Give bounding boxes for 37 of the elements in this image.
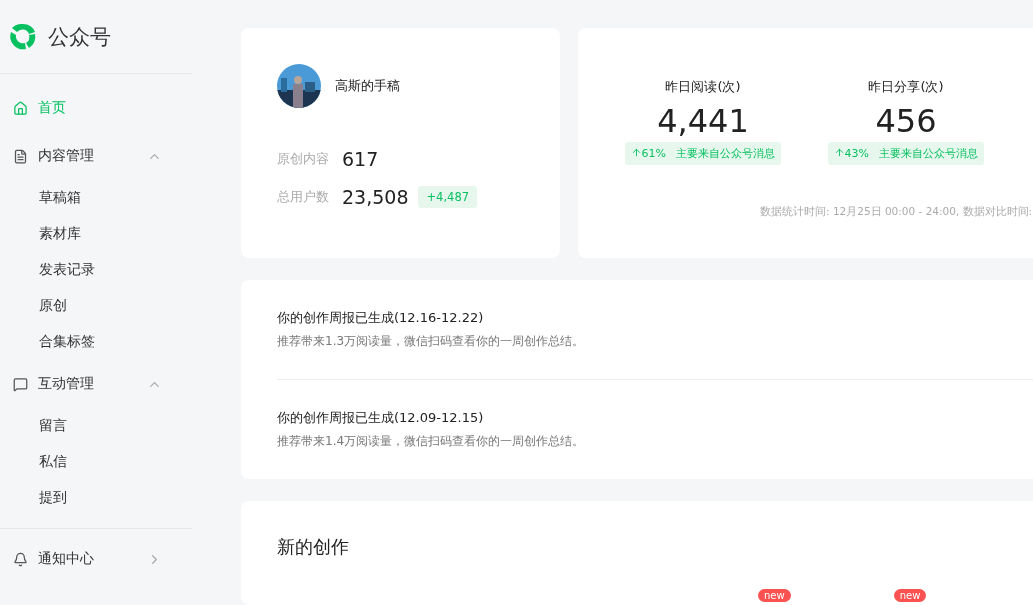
home-icon (13, 100, 28, 116)
nav-item[interactable]: 内容管理 (0, 132, 192, 180)
delta-badge: +4,487 (418, 186, 478, 208)
stat-value: 23,508 (342, 186, 409, 208)
stats-note: 数据统计时间: 12月25日 00:00 - 24:00, 数据对比时间: (760, 205, 1033, 219)
chat-icon (13, 376, 28, 392)
nav-subitem[interactable]: 合集标签 (0, 324, 192, 360)
nav-subitem[interactable]: 留言 (0, 408, 192, 444)
report-text: 推荐带来1.3万阅读量，微信扫码查看你的一周创作总结。 (277, 333, 586, 350)
nav-subitem[interactable]: 提到 (0, 480, 192, 516)
nav-subitem[interactable]: 原创 (0, 288, 192, 324)
nav-item[interactable]: 通知中心 (0, 535, 192, 583)
document-icon (13, 148, 28, 164)
stat-value: 617 (342, 148, 379, 170)
report-title[interactable]: 你的创作周报已生成(12.16-12.22) (277, 309, 1033, 327)
section-title: 新的创作 (277, 535, 350, 559)
account-name: 高斯的手稿 (335, 77, 400, 95)
nav-subitem[interactable]: 发表记录 (0, 252, 192, 288)
new-badge: new (893, 589, 927, 602)
report-text: 推荐带来1.4万阅读量，微信扫码查看你的一周创作总结。 (277, 433, 586, 450)
new-badge: new (758, 589, 791, 602)
brand-name: 公众号 (48, 23, 111, 51)
stat-label: 总用户数 (277, 188, 330, 206)
stat-label: 原创内容 (277, 150, 330, 168)
metric-value: 456 (875, 102, 937, 140)
change-badge: 43% 主要来自公众号消息 (827, 142, 985, 165)
metric-label: 昨日分享(次) (868, 78, 944, 96)
bell-icon (13, 551, 28, 567)
change-badge: 61% 主要来自公众号消息 (624, 142, 782, 165)
nav-subitem[interactable]: 私信 (0, 444, 192, 480)
nav-subitem[interactable]: 草稿箱 (0, 180, 192, 216)
metric-value: 4,441 (657, 102, 749, 140)
logo-icon (8, 21, 38, 52)
report-title[interactable]: 你的创作周报已生成(12.09-12.15) (277, 409, 1033, 427)
nav-item[interactable]: 互动管理 (0, 360, 192, 408)
metric-label: 昨日阅读(次) (665, 78, 741, 96)
nav-subitem[interactable]: 素材库 (0, 216, 192, 252)
